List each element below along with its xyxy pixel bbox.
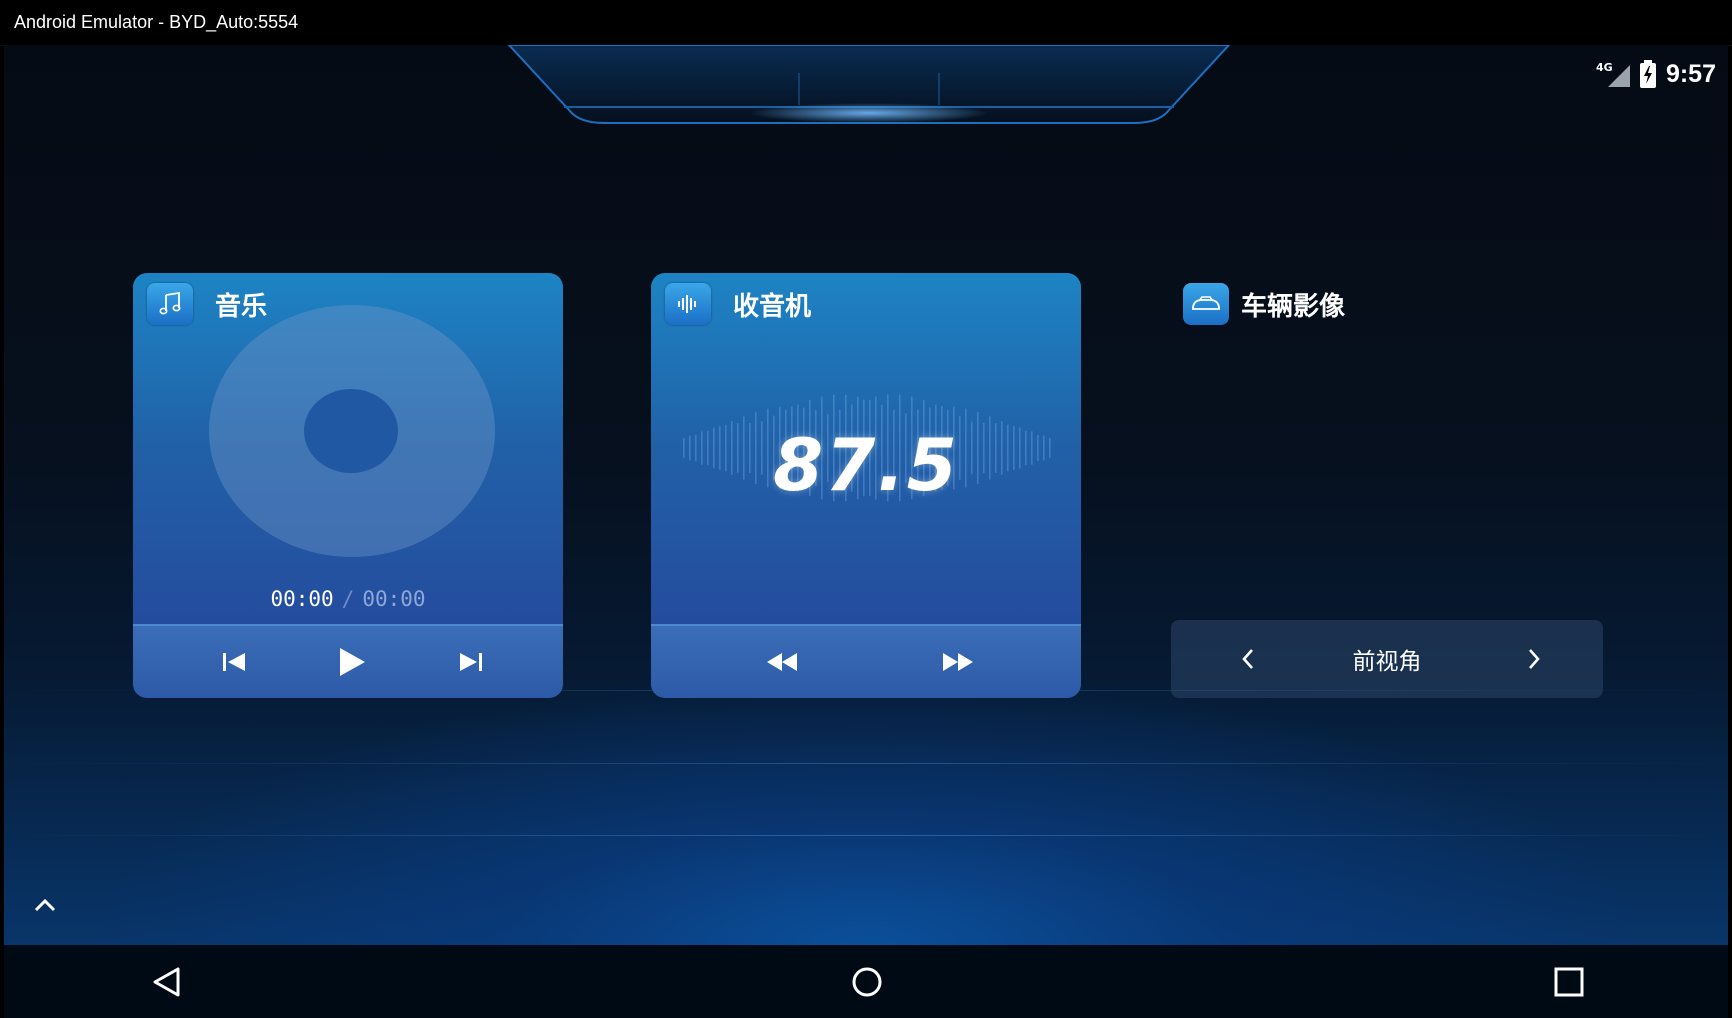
fast-forward-icon [943,653,973,671]
radio-controls [651,624,1081,698]
album-disc [209,305,495,557]
seek-back-button[interactable] [760,640,804,684]
music-card-header: 音乐 [147,283,267,325]
playback-time: 00:00 / 00:00 [133,587,563,611]
hud-decoration [507,45,1231,124]
previous-track-icon [223,653,245,671]
window-title-bar: Android Emulator - BYD_Auto:5554 [0,0,1732,46]
recents-button[interactable] [1546,959,1592,1005]
current-time: 00:00 [270,587,334,611]
battery-icon [1639,60,1656,88]
chevron-right-icon [1529,649,1540,669]
radio-card[interactable]: 收音机 87.5 [651,273,1081,698]
total-time: 00:00 [362,587,426,611]
camera-view-selector: 前视角 [1171,620,1603,698]
music-card[interactable]: 音乐 00:00 / 00:00 [133,273,563,698]
chevron-up-icon [34,898,56,912]
next-view-button[interactable] [1519,644,1549,674]
car-icon [1183,283,1229,325]
recents-icon [1554,967,1584,997]
back-icon [153,967,180,997]
floor-line [4,835,1728,836]
music-note-icon [147,283,193,325]
navigation-bar [4,945,1728,1018]
window-title: Android Emulator - BYD_Auto:5554 [14,12,299,32]
music-controls [133,624,563,698]
radio-wave-icon [665,283,711,325]
radio-title: 收音机 [733,291,812,322]
home-button[interactable] [844,959,890,1005]
home-icon [852,967,882,997]
next-track-icon [460,653,482,671]
car-launcher-screen: 4G 9:57 音乐 00:00 / 00:00 收音机 87.5 车辆影像 前… [4,45,1728,945]
next-track-button[interactable] [449,640,493,684]
time-separator: / [341,587,355,611]
radio-card-header: 收音机 [665,283,811,325]
status-bar: 4G 9:57 [1596,59,1716,89]
rewind-icon [767,653,797,671]
floor-line [4,763,1728,764]
vehicle-camera-header[interactable]: 车辆影像 [1183,283,1345,325]
signal-icon: 4G [1596,61,1630,87]
seek-forward-button[interactable] [936,640,980,684]
radio-frequency: 87.5 [773,423,959,507]
play-icon [340,648,365,676]
album-disc-center [304,389,398,473]
vehicle-camera-title: 车辆影像 [1241,291,1346,322]
music-title: 音乐 [215,291,268,322]
back-button[interactable] [144,959,190,1005]
expand-drawer-button[interactable] [28,890,62,920]
previous-track-button[interactable] [212,640,256,684]
play-button[interactable] [330,640,374,684]
clock: 9:57 [1665,59,1716,88]
